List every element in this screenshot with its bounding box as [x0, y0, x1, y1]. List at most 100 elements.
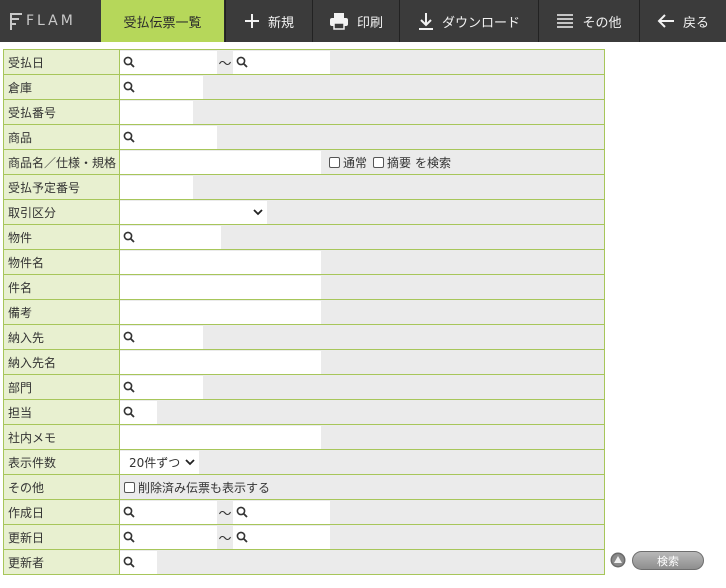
new-button-label: 新規: [267, 15, 294, 31]
field-label: 商品名／仕様・規格: [4, 150, 120, 174]
logo-text: FLAM: [26, 13, 76, 29]
search-icon: [123, 556, 135, 568]
search-button[interactable]: 検索: [632, 551, 704, 570]
remarks-input[interactable]: [120, 300, 321, 324]
form-row-property-name: 物件名: [4, 250, 604, 275]
property-name-input[interactable]: [120, 250, 321, 274]
chevron-down-icon: [185, 459, 195, 466]
summary-checkbox[interactable]: 摘要: [373, 154, 411, 171]
form-row-warehouse: 倉庫: [4, 75, 604, 100]
display-count-select[interactable]: 20件ずつ: [120, 450, 199, 474]
other-menu-label: その他: [582, 15, 622, 31]
warehouse-input[interactable]: [120, 75, 203, 99]
normal-checkbox[interactable]: 通常: [329, 154, 367, 171]
download-button-label: ダウンロード: [441, 15, 520, 31]
field-label: 受払番号: [4, 100, 120, 124]
search-icon: [123, 231, 135, 243]
other-menu-button[interactable]: その他: [538, 0, 639, 42]
transaction-type-select[interactable]: [120, 200, 267, 224]
created-date-from-input[interactable]: [120, 500, 217, 524]
property-input[interactable]: [120, 225, 221, 249]
form-row-updated-date: 更新日 〜: [4, 525, 604, 550]
form-row-person-in-charge: 担当: [4, 400, 604, 425]
form-row-updated-by: 更新者: [4, 550, 604, 575]
search-icon: [123, 131, 135, 143]
tab-receipt-list[interactable]: 受払伝票一覧: [101, 0, 225, 42]
print-button-label: 印刷: [356, 15, 383, 31]
search-form: 受払日 〜 倉庫 受払番号 商品 商品名／仕様・規格 通常 摘要 を検索 受払予…: [3, 49, 605, 575]
transaction-date-to-input[interactable]: [233, 50, 330, 74]
person-in-charge-input[interactable]: [120, 400, 157, 424]
chevron-down-icon: [253, 209, 263, 216]
search-icon: [236, 506, 248, 518]
checkbox-box[interactable]: [124, 481, 135, 493]
form-row-transaction-date: 受払日 〜: [4, 50, 604, 75]
field-label: 作成日: [4, 500, 120, 524]
search-suffix-text: を検索: [415, 155, 452, 170]
search-icon: [123, 381, 135, 393]
product-input[interactable]: [120, 125, 217, 149]
form-row-delivery-destination-name: 納入先名: [4, 350, 604, 375]
delivery-destination-name-input[interactable]: [120, 350, 321, 374]
department-input[interactable]: [120, 375, 203, 399]
new-button[interactable]: 新規: [225, 0, 312, 42]
collapse-toggle-icon[interactable]: [610, 552, 626, 571]
transaction-date-from-input[interactable]: [120, 50, 217, 74]
field-label: その他: [4, 475, 120, 499]
field-label: 納入先: [4, 325, 120, 349]
toolbar: FLAM 受払伝票一覧 新規 印刷 ダウンロード その他 戻る: [0, 0, 726, 42]
range-tilde: 〜: [217, 500, 233, 524]
logo-mark-icon: [10, 11, 22, 31]
updated-date-to-input[interactable]: [233, 525, 330, 549]
app-logo[interactable]: FLAM: [0, 0, 101, 42]
field-label: 受払予定番号: [4, 175, 120, 199]
normal-checkbox-label: 通常: [343, 155, 368, 170]
search-icon: [123, 406, 135, 418]
back-button[interactable]: 戻る: [639, 0, 726, 42]
field-label: 商品: [4, 125, 120, 149]
form-row-scheduled-number: 受払予定番号: [4, 175, 604, 200]
display-count-value: 20件ずつ: [129, 455, 181, 470]
subject-input[interactable]: [120, 275, 321, 299]
form-row-delivery-destination: 納入先: [4, 325, 604, 350]
form-row-property: 物件: [4, 225, 604, 250]
search-icon: [123, 56, 135, 68]
plus-icon: [244, 13, 260, 29]
menu-lines-icon: [556, 14, 574, 28]
field-label: 表示件数: [4, 450, 120, 474]
field-label: 部門: [4, 375, 120, 399]
form-row-internal-memo: 社内メモ: [4, 425, 604, 450]
transaction-number-input[interactable]: [120, 100, 193, 124]
download-button[interactable]: ダウンロード: [399, 0, 538, 42]
field-label: 担当: [4, 400, 120, 424]
updated-by-input[interactable]: [120, 550, 157, 574]
arrow-left-icon: [657, 13, 675, 29]
show-deleted-checkbox[interactable]: 削除済み伝票も表示する: [124, 479, 270, 496]
delivery-destination-input[interactable]: [120, 325, 203, 349]
field-label: 受払日: [4, 50, 120, 74]
scheduled-number-input[interactable]: [120, 175, 193, 199]
form-row-created-date: 作成日 〜: [4, 500, 604, 525]
printer-icon: [329, 12, 349, 30]
search-icon: [123, 506, 135, 518]
print-button[interactable]: 印刷: [312, 0, 399, 42]
field-label: 物件名: [4, 250, 120, 274]
created-date-to-input[interactable]: [233, 500, 330, 524]
product-name-input[interactable]: [120, 150, 321, 174]
form-row-subject: 件名: [4, 275, 604, 300]
field-label: 倉庫: [4, 75, 120, 99]
show-deleted-label: 削除済み伝票も表示する: [138, 480, 271, 495]
field-label: 物件: [4, 225, 120, 249]
form-row-product: 商品: [4, 125, 604, 150]
checkbox-box[interactable]: [373, 156, 385, 168]
updated-date-from-input[interactable]: [120, 525, 217, 549]
internal-memo-input[interactable]: [120, 425, 321, 449]
field-label: 納入先名: [4, 350, 120, 374]
form-row-department: 部門: [4, 375, 604, 400]
form-row-display-count: 表示件数 20件ずつ: [4, 450, 604, 475]
range-tilde: 〜: [217, 525, 233, 549]
field-label: 更新者: [4, 550, 120, 574]
form-row-transaction-type: 取引区分: [4, 200, 604, 225]
checkbox-box[interactable]: [329, 156, 340, 168]
field-label: 取引区分: [4, 200, 120, 224]
